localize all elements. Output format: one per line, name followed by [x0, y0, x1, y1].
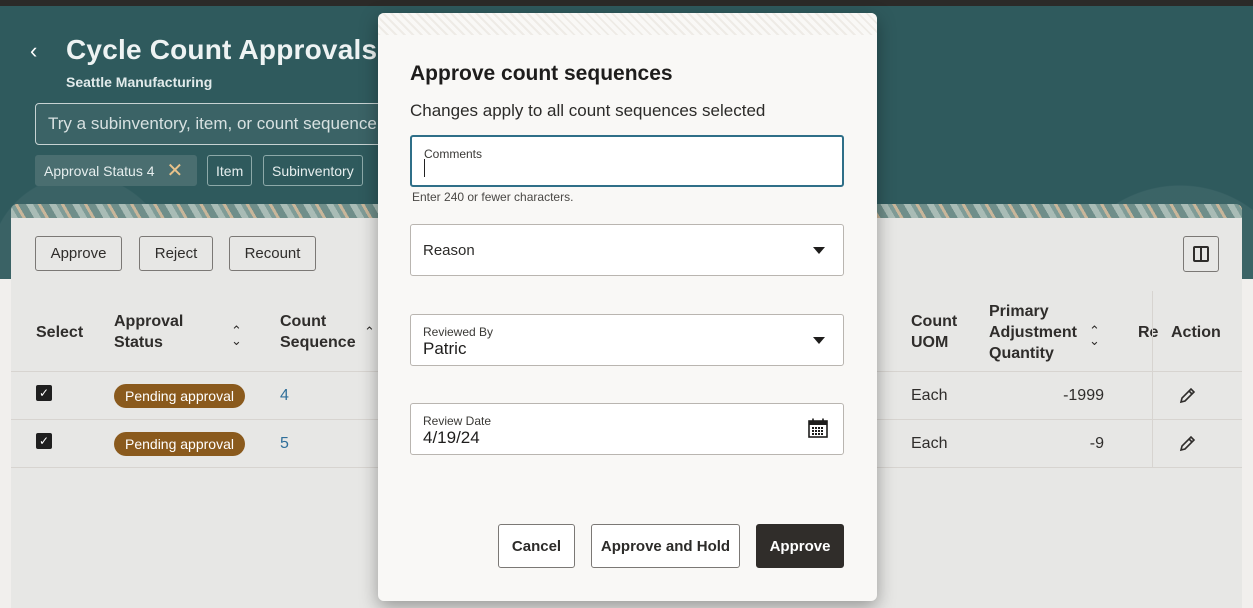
- comments-label: Comments: [424, 147, 483, 161]
- reviewed-by-select[interactable]: Reviewed By Patric: [410, 314, 844, 366]
- text-caret: [424, 159, 425, 177]
- review-date-field[interactable]: Review Date 4/19/24: [410, 403, 844, 455]
- review-date-value[interactable]: 4/19/24: [423, 428, 480, 448]
- comments-field[interactable]: Comments: [410, 135, 844, 187]
- reviewed-by-value: Patric: [423, 339, 467, 358]
- approve-button[interactable]: Approve: [756, 524, 844, 568]
- comments-helper-text: Enter 240 or fewer characters.: [412, 190, 574, 204]
- approve-and-hold-button[interactable]: Approve and Hold: [591, 524, 740, 568]
- reason-select[interactable]: Reason: [410, 224, 844, 276]
- chevron-down-icon[interactable]: [813, 337, 825, 344]
- reviewed-by-label: Reviewed By: [423, 325, 494, 339]
- reason-placeholder: Reason: [423, 242, 475, 259]
- dialog-subtitle: Changes apply to all count sequences sel…: [410, 101, 766, 120]
- chevron-down-icon[interactable]: [813, 247, 825, 254]
- review-date-label: Review Date: [423, 414, 492, 428]
- approve-dialog: Approve count sequences Changes apply to…: [378, 13, 877, 601]
- dialog-decorative-header: [378, 13, 877, 35]
- cancel-button[interactable]: Cancel: [498, 524, 575, 568]
- dialog-title: Approve count sequences: [410, 62, 673, 85]
- calendar-icon[interactable]: [807, 417, 829, 439]
